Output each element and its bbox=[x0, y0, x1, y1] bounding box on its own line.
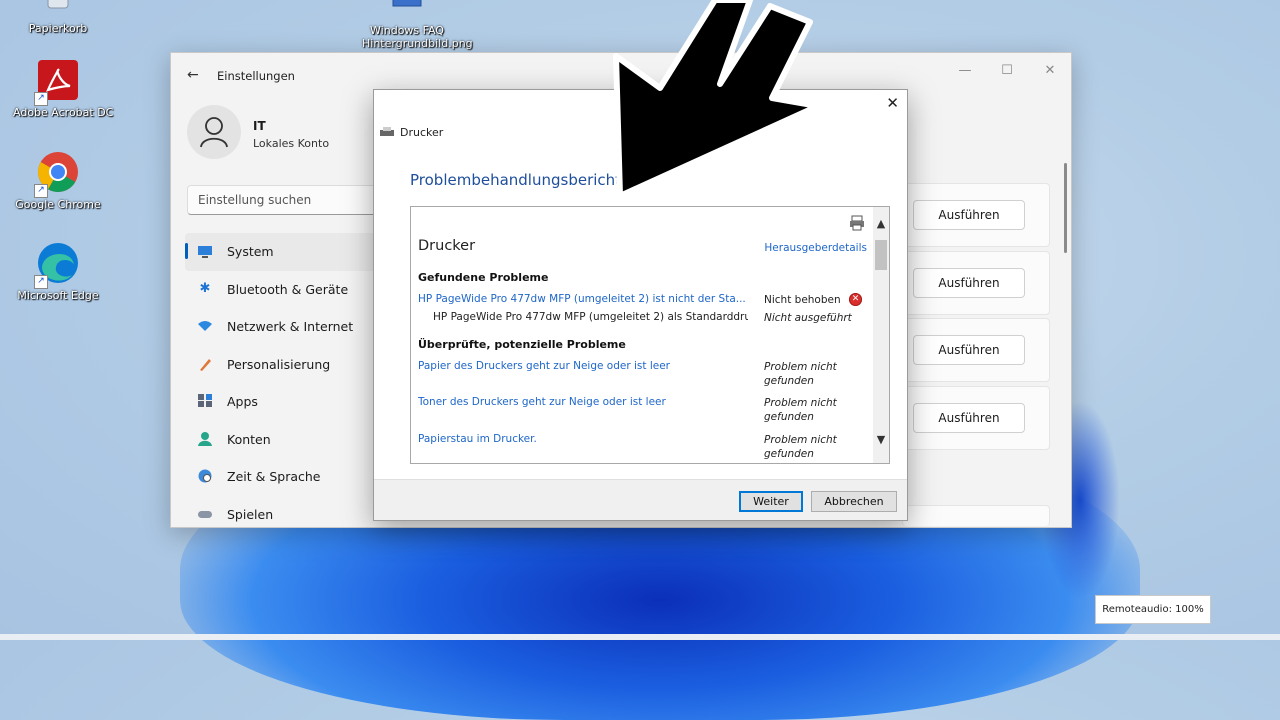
sidebar-item-apps[interactable]: Apps bbox=[185, 383, 377, 421]
troubleshooter-card bbox=[902, 505, 1050, 526]
close-icon[interactable]: ✕ bbox=[1040, 63, 1060, 78]
problem-status: Problem nicht gefunden bbox=[764, 397, 837, 423]
gamepad-icon bbox=[197, 506, 213, 522]
printer-icon bbox=[380, 126, 394, 136]
desktop-icon-chrome[interactable]: ↗ Google Chrome bbox=[13, 150, 103, 211]
person-icon bbox=[197, 431, 213, 447]
search-input[interactable]: Einstellung suchen bbox=[187, 185, 379, 215]
sidebar-item-label: Netzwerk & Internet bbox=[227, 319, 354, 334]
wifi-icon bbox=[197, 318, 213, 334]
problem-link[interactable]: Papierstau im Drucker. bbox=[418, 433, 748, 445]
user-name: IT bbox=[253, 119, 266, 133]
sidebar-item-label: Bluetooth & Geräte bbox=[227, 281, 349, 297]
globe-clock-icon bbox=[197, 468, 213, 484]
run-button[interactable]: Ausführen bbox=[913, 200, 1025, 230]
desktop-icon-edge[interactable]: ↗ Microsoft Edge bbox=[13, 241, 103, 302]
acrobat-icon: ↗ bbox=[34, 58, 80, 106]
cancel-button[interactable]: Abbrechen bbox=[811, 491, 897, 512]
problem-link[interactable]: Papier des Druckers geht zur Neige oder … bbox=[418, 360, 748, 372]
publisher-details-link[interactable]: Herausgeberdetails bbox=[764, 242, 867, 254]
dialog-footer: Weiter Abbrechen bbox=[374, 479, 907, 520]
edge-icon: ↗ bbox=[34, 241, 80, 289]
run-button[interactable]: Ausführen bbox=[913, 403, 1025, 433]
shortcut-arrow-icon: ↗ bbox=[34, 275, 48, 289]
desktop-icon-acrobat[interactable]: ↗ Adobe Acrobat DC bbox=[13, 58, 114, 119]
dialog-title: Drucker bbox=[400, 126, 444, 139]
taskbar bbox=[0, 634, 1280, 640]
run-button[interactable]: Ausführen bbox=[913, 268, 1025, 298]
sidebar-item-gaming[interactable]: Spielen bbox=[185, 496, 377, 534]
shortcut-arrow-icon: ↗ bbox=[34, 184, 48, 198]
dialog-heading: Problembehandlungsbericht bbox=[410, 171, 622, 189]
problem-status: Nicht ausgeführt bbox=[764, 312, 852, 324]
desktop-icon-label: Adobe Acrobat DC bbox=[13, 106, 114, 119]
maximize-icon[interactable]: ☐ bbox=[997, 63, 1017, 78]
sidebar-item-label: Personalisierung bbox=[227, 356, 331, 372]
report-scrollbar[interactable]: ▲ ▼ bbox=[873, 207, 889, 463]
sidebar-item-label: Zeit & Sprache bbox=[227, 469, 321, 484]
report-panel: Drucker Herausgeberdetails Gefundene Pro… bbox=[410, 206, 890, 464]
search-placeholder: Einstellung suchen bbox=[198, 193, 312, 207]
recycle-bin-icon bbox=[36, 0, 80, 18]
shortcut-arrow-icon: ↗ bbox=[34, 92, 48, 106]
section-heading: Überprüfte, potenzielle Probleme bbox=[418, 338, 626, 351]
close-icon[interactable]: ✕ bbox=[886, 94, 899, 112]
sidebar-item-accounts[interactable]: Konten bbox=[185, 421, 377, 459]
problem-status: Problem nicht gefunden bbox=[764, 361, 837, 387]
scrollbar[interactable] bbox=[1064, 163, 1067, 253]
next-button[interactable]: Weiter bbox=[739, 491, 803, 512]
sidebar-item-bluetooth[interactable]: ✱ Bluetooth & Geräte bbox=[185, 271, 377, 309]
troubleshooter-card: Ausführen bbox=[902, 318, 1050, 382]
sidebar-item-label: System bbox=[227, 244, 274, 259]
chevron-down-icon[interactable]: ▼ bbox=[873, 433, 889, 446]
error-icon: ✕ bbox=[849, 293, 862, 306]
sidebar-item-system[interactable]: System bbox=[185, 233, 377, 271]
annotation-arrow-icon bbox=[613, 0, 821, 199]
scrollbar-thumb[interactable] bbox=[875, 240, 887, 270]
desktop-icon-label: Papierkorb bbox=[28, 22, 88, 35]
problem-status: Problem nicht gefunden bbox=[764, 434, 837, 460]
chrome-icon: ↗ bbox=[34, 150, 80, 198]
desktop-icon-wallpaper-file[interactable]: Windows FAQ Hintergrundbild.png bbox=[362, 0, 473, 50]
troubleshooter-card: Ausführen bbox=[902, 183, 1050, 247]
section-heading: Gefundene Probleme bbox=[418, 271, 549, 284]
print-icon[interactable] bbox=[849, 215, 865, 234]
sidebar-item-network[interactable]: Netzwerk & Internet bbox=[185, 308, 377, 346]
report-title: Drucker bbox=[418, 238, 476, 254]
minimize-icon[interactable]: — bbox=[955, 63, 975, 78]
account-type: Lokales Konto bbox=[253, 137, 330, 150]
problem-subitem: HP PageWide Pro 477dw MFP (umgeleitet 2)… bbox=[433, 311, 748, 323]
bluetooth-icon: ✱ bbox=[199, 280, 211, 296]
desktop-icon-label: Microsoft Edge bbox=[17, 289, 99, 302]
sidebar-item-label: Konten bbox=[227, 431, 271, 447]
chevron-up-icon[interactable]: ▲ bbox=[873, 217, 889, 230]
apps-icon bbox=[197, 393, 213, 409]
back-arrow-icon[interactable]: ← bbox=[187, 67, 199, 83]
desktop-icon-label: Windows FAQ Hintergrundbild.png bbox=[362, 24, 473, 50]
desktop-icon-label: Google Chrome bbox=[15, 198, 101, 211]
problem-link[interactable]: HP PageWide Pro 477dw MFP (umgeleitet 2)… bbox=[418, 293, 748, 305]
problem-status: Nicht behoben bbox=[764, 294, 841, 306]
sidebar-item-personalization[interactable]: Personalisierung bbox=[185, 346, 377, 384]
run-button[interactable]: Ausführen bbox=[913, 335, 1025, 365]
window-title: Einstellungen bbox=[217, 69, 295, 83]
image-file-icon bbox=[385, 0, 429, 24]
sidebar-item-label: Spielen bbox=[227, 506, 274, 522]
problem-link[interactable]: Toner des Druckers geht zur Neige oder i… bbox=[418, 396, 748, 408]
avatar[interactable] bbox=[187, 105, 241, 159]
brush-icon bbox=[197, 356, 213, 372]
monitor-icon bbox=[197, 243, 213, 259]
troubleshooter-card: Ausführen bbox=[902, 251, 1050, 315]
sidebar-nav: System ✱ Bluetooth & Geräte Netzwerk & I… bbox=[185, 233, 377, 533]
desktop-icon-recycle-bin[interactable]: Papierkorb bbox=[13, 0, 103, 35]
sidebar-item-time-language[interactable]: Zeit & Sprache bbox=[185, 458, 377, 496]
person-icon bbox=[200, 117, 228, 148]
troubleshooter-card: Ausführen bbox=[902, 386, 1050, 450]
remote-audio-badge: Remoteaudio: 100% bbox=[1095, 595, 1211, 624]
sidebar-item-label: Apps bbox=[227, 394, 258, 409]
